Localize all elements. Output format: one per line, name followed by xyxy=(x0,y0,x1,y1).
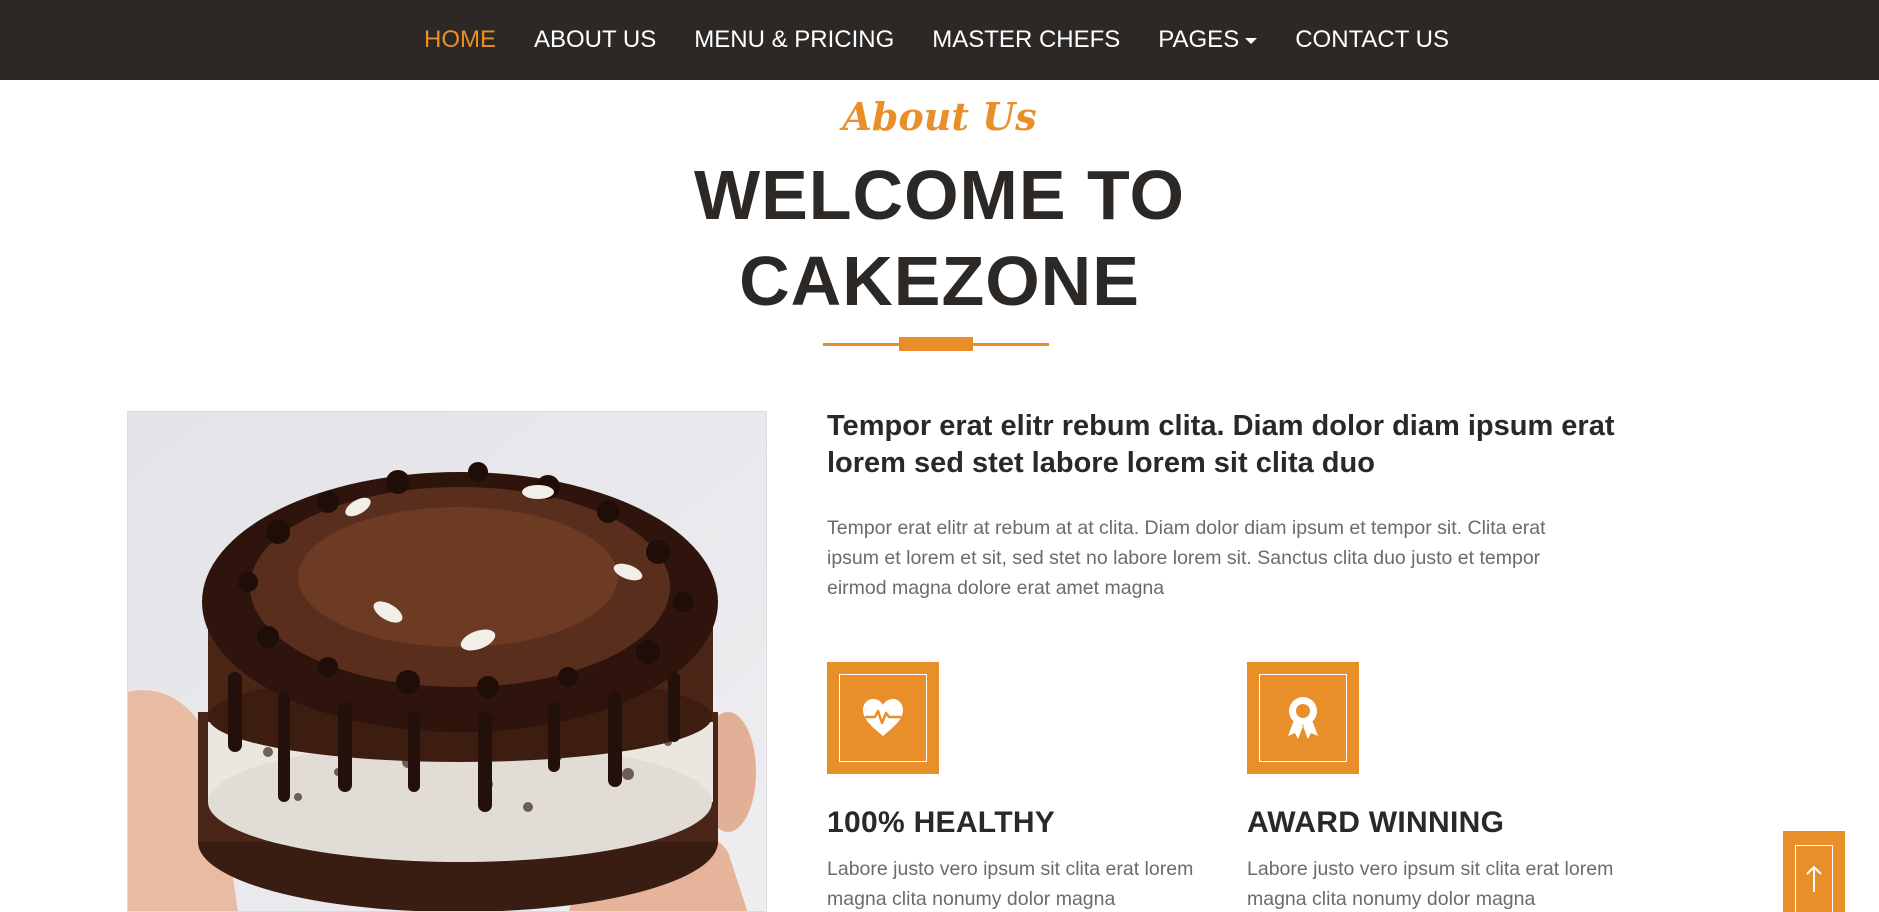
caret-down-icon xyxy=(1245,38,1258,44)
nav-home[interactable]: HOME xyxy=(424,26,496,54)
nav-menu: HOME ABOUT US MENU & PRICING MASTER CHEF… xyxy=(0,0,1879,80)
nav-home-label: HOME xyxy=(424,26,496,53)
divider-block xyxy=(899,337,973,351)
about-lead: Tempor erat elitr rebum clita. Diam dolo… xyxy=(827,410,1615,479)
award-icon xyxy=(1288,697,1318,739)
nav-menu-pricing-label: MENU & PRICING xyxy=(694,26,895,53)
nav-contact-us-label: CONTACT US xyxy=(1295,26,1449,53)
heart-pulse-icon xyxy=(863,699,903,736)
feature-award: AWARD WINNING Labore justo vero ipsum si… xyxy=(1247,662,1627,912)
cake-image xyxy=(127,411,767,912)
page-title: WELCOME TO CAKEZONE xyxy=(0,152,1879,324)
nav-master-chefs-label: MASTER CHEFS xyxy=(932,26,1121,53)
title-divider xyxy=(823,337,1049,351)
nav-menu-pricing[interactable]: MENU & PRICING xyxy=(694,26,894,54)
page-title-line-2: CAKEZONE xyxy=(739,242,1140,320)
nav-master-chefs[interactable]: MASTER CHEFS xyxy=(932,26,1120,54)
feature-text: Labore justo vero ipsum sit clita erat l… xyxy=(827,858,1194,910)
feature-title: AWARD WINNING xyxy=(1247,806,1505,839)
feature-title: 100% HEALTHY xyxy=(827,806,1056,839)
nav-pages-label: PAGES xyxy=(1158,26,1240,53)
arrow-up-icon xyxy=(1806,865,1822,892)
feature-icon-box xyxy=(1247,662,1359,774)
nav-about-us-label: ABOUT US xyxy=(534,26,657,53)
feature-healthy: 100% HEALTHY Labore justo vero ipsum sit… xyxy=(827,662,1207,912)
navbar: HOME ABOUT US MENU & PRICING MASTER CHEF… xyxy=(0,0,1879,80)
about-body: Tempor erat elitr at rebum at at clita. … xyxy=(827,517,1546,599)
nav-pages-dropdown[interactable]: PAGES xyxy=(1158,26,1258,54)
nav-about-us[interactable]: ABOUT US xyxy=(534,26,656,54)
feature-icon-box xyxy=(827,662,939,774)
feature-text: Labore justo vero ipsum sit clita erat l… xyxy=(1247,858,1614,910)
cake-illustration xyxy=(128,412,766,911)
section-eyebrow: About Us xyxy=(842,94,1037,139)
back-to-top-button[interactable] xyxy=(1783,831,1845,912)
page-title-line-1: WELCOME TO xyxy=(694,156,1185,234)
nav-contact-us[interactable]: CONTACT US xyxy=(1295,26,1449,54)
